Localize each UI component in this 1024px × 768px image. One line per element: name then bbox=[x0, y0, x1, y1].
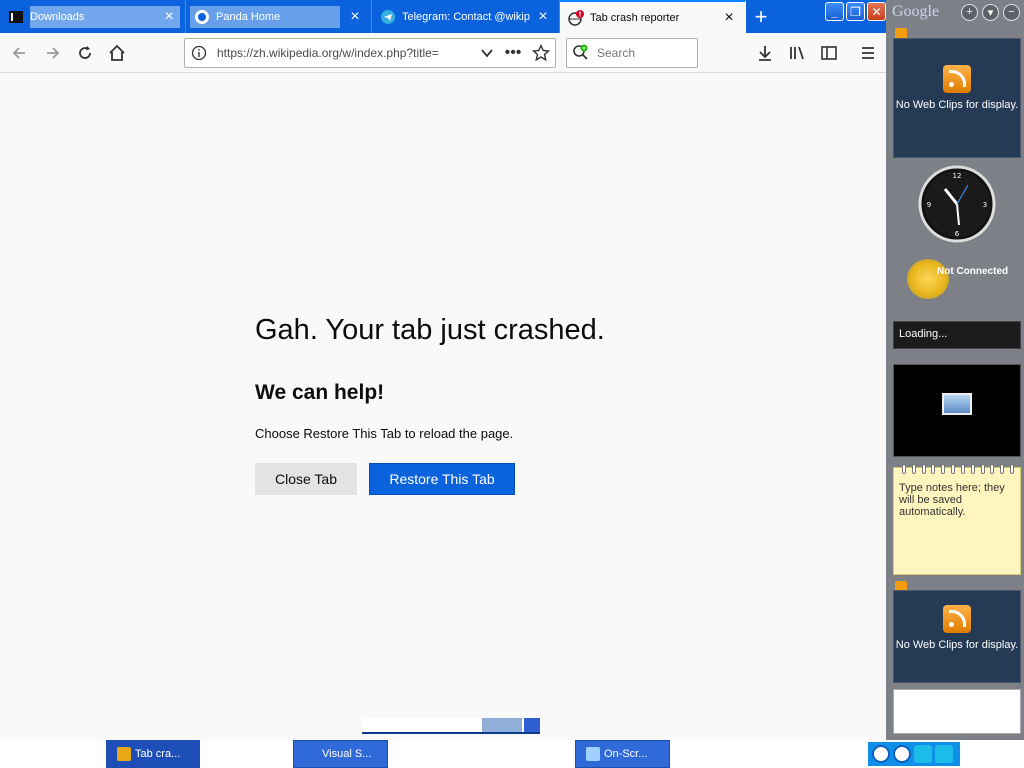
rss-icon bbox=[943, 605, 971, 633]
search-bar[interactable] bbox=[566, 38, 698, 68]
svg-text:6: 6 bbox=[955, 230, 960, 238]
taskbar: Tab cra... Visual S... On-Scr... bbox=[0, 740, 1024, 768]
render-artifact bbox=[362, 718, 540, 734]
globe-crash-icon bbox=[568, 9, 584, 26]
url-text[interactable]: https://zh.wikipedia.org/w/index.php?tit… bbox=[213, 46, 475, 60]
web-clips-message: No Web Clips for display. bbox=[895, 99, 1019, 111]
search-input[interactable] bbox=[595, 45, 685, 61]
close-window-icon[interactable]: ✕ bbox=[867, 2, 886, 21]
downloads-icon[interactable] bbox=[753, 41, 777, 65]
tray-arrow-icon[interactable] bbox=[872, 745, 890, 763]
navigation-toolbar: https://zh.wikipedia.org/w/index.php?tit… bbox=[0, 33, 886, 73]
sidebar-menu-icon[interactable]: ▾ bbox=[982, 3, 999, 21]
app-icon bbox=[117, 747, 131, 761]
tab-crash-reporter[interactable]: Tab crash reporter × bbox=[560, 0, 746, 33]
terminal-icon bbox=[8, 9, 24, 25]
tab-downloads[interactable]: Downloads × bbox=[0, 0, 186, 33]
restore-window-icon[interactable]: ❐ bbox=[846, 2, 865, 21]
tab-label: Panda Home bbox=[216, 10, 281, 23]
sidebar-header: Google + ▾ − bbox=[886, 0, 1024, 24]
google-logo: Google bbox=[892, 3, 940, 20]
page-actions-icon[interactable]: ••• bbox=[499, 44, 527, 62]
weather-sun-icon bbox=[907, 259, 949, 299]
tab-panda-home[interactable]: Panda Home × bbox=[186, 0, 372, 33]
tab-label: Telegram: Contact @wikip bbox=[402, 10, 530, 23]
rss-icon bbox=[943, 65, 971, 93]
page-title: Gah. Your tab just crashed. bbox=[255, 314, 605, 346]
window-controls: _ ❐ ✕ bbox=[825, 2, 886, 21]
system-tray bbox=[868, 742, 960, 766]
panda-icon bbox=[194, 9, 210, 25]
forward-icon[interactable] bbox=[41, 41, 65, 65]
notes-text[interactable]: Type notes here; they will be saved auto… bbox=[899, 482, 1015, 518]
tray-app-icon[interactable] bbox=[935, 745, 953, 763]
reload-icon[interactable] bbox=[73, 41, 97, 65]
search-icon bbox=[567, 44, 595, 62]
svg-text:12: 12 bbox=[953, 172, 962, 180]
taskbar-item-visual-studio[interactable]: Visual S... bbox=[293, 740, 388, 768]
page-description: Choose Restore This Tab to reload the pa… bbox=[255, 426, 514, 441]
tab-telegram[interactable]: Telegram: Contact @wikip × bbox=[372, 0, 560, 33]
web-clips-gadget: No Web Clips for display. bbox=[893, 38, 1021, 158]
minimize-sidebar-icon[interactable]: − bbox=[1003, 3, 1020, 21]
svg-text:9: 9 bbox=[927, 201, 931, 209]
new-tab-button[interactable]: + bbox=[746, 0, 776, 33]
keyboard-icon bbox=[586, 747, 600, 761]
taskbar-item-tab-crash[interactable]: Tab cra... bbox=[106, 740, 200, 768]
tab-label: Downloads bbox=[30, 10, 85, 23]
bookmark-star-icon[interactable] bbox=[527, 44, 555, 62]
svg-text:3: 3 bbox=[983, 201, 987, 209]
taskbar-item-on-screen-keyboard[interactable]: On-Scr... bbox=[575, 740, 670, 768]
tray-app-icon[interactable] bbox=[914, 745, 932, 763]
photo-gadget bbox=[893, 364, 1021, 457]
sidebar-toggle-icon[interactable] bbox=[817, 41, 841, 65]
restore-tab-button[interactable]: Restore This Tab bbox=[369, 463, 515, 495]
close-icon[interactable]: × bbox=[537, 8, 549, 24]
clock-gadget: 12 3 6 9 bbox=[918, 165, 996, 243]
chevron-down-icon[interactable] bbox=[475, 46, 499, 60]
web-clips-gadget-2: No Web Clips for display. bbox=[893, 590, 1021, 683]
loading-gadget: Loading... bbox=[893, 321, 1021, 349]
empty-gadget bbox=[893, 689, 1021, 734]
info-icon[interactable] bbox=[185, 45, 213, 61]
close-icon[interactable]: × bbox=[349, 8, 361, 24]
close-icon[interactable]: × bbox=[723, 9, 735, 25]
close-tab-button[interactable]: Close Tab bbox=[255, 463, 357, 495]
url-bar[interactable]: https://zh.wikipedia.org/w/index.php?tit… bbox=[184, 38, 556, 68]
tray-swirl-icon[interactable] bbox=[893, 745, 911, 763]
crash-page: Gah. Your tab just crashed. We can help!… bbox=[0, 74, 886, 740]
weather-status: Not Connected bbox=[937, 266, 1009, 277]
tab-label: Tab crash reporter bbox=[590, 11, 680, 24]
tab-strip: Downloads × Panda Home × Telegram: Conta… bbox=[0, 0, 886, 33]
minimize-icon[interactable]: _ bbox=[825, 2, 844, 21]
back-icon[interactable] bbox=[7, 41, 31, 65]
telegram-icon bbox=[380, 9, 396, 25]
menu-icon[interactable] bbox=[856, 41, 880, 65]
image-icon bbox=[942, 393, 972, 415]
page-subtitle: We can help! bbox=[255, 381, 385, 404]
close-icon[interactable]: × bbox=[163, 8, 175, 24]
notes-gadget[interactable]: Type notes here; they will be saved auto… bbox=[893, 464, 1021, 575]
library-icon[interactable] bbox=[785, 41, 809, 65]
web-clips-message: No Web Clips for display. bbox=[895, 639, 1019, 651]
add-gadget-icon[interactable]: + bbox=[961, 3, 978, 21]
notepad-rings bbox=[902, 464, 1014, 474]
home-icon[interactable] bbox=[105, 41, 129, 65]
